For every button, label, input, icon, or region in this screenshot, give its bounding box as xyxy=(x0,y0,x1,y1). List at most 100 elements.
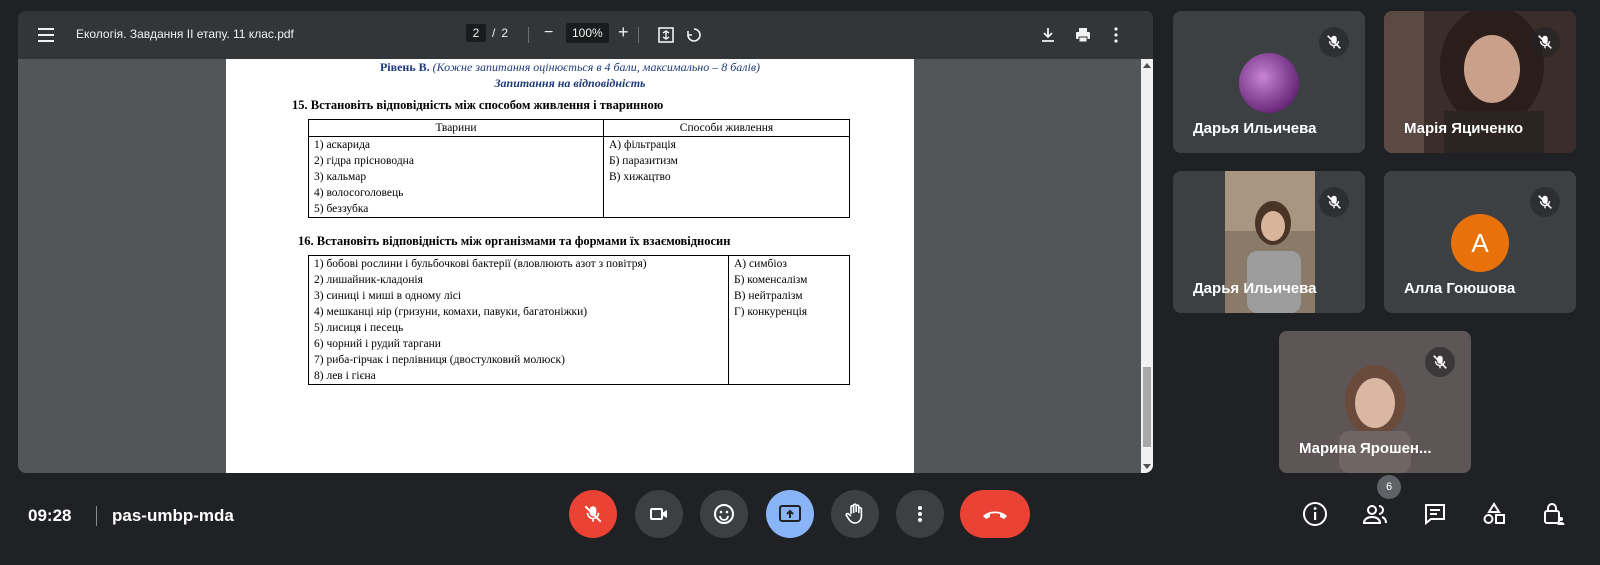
question-15-table: Тварини Способи живлення 1) аскарида 2) … xyxy=(308,119,850,218)
bottom-bar: 09:28 pas-umbp-mda 6 xyxy=(0,475,1600,565)
download-icon[interactable] xyxy=(1038,25,1058,45)
videocam-icon xyxy=(650,508,667,520)
more-vert-icon xyxy=(918,506,922,522)
q16-organisms-cell: 1) бобові рослини і бульбочкові бактерії… xyxy=(308,255,729,385)
mic-off-icon xyxy=(1425,347,1455,377)
chat-button[interactable] xyxy=(1421,500,1449,528)
people-icon xyxy=(1362,505,1387,524)
zoom-out-icon[interactable]: − xyxy=(544,24,553,42)
call-end-icon xyxy=(983,511,1007,519)
table-header: Способи живлення xyxy=(603,119,850,137)
section-title: Запитання на відповідність xyxy=(494,76,646,90)
participant-tile[interactable]: Марина Ярошен... xyxy=(1279,331,1471,473)
list-item: А) симбіоз xyxy=(734,258,787,270)
q15-animals-cell: 1) аскарида 2) гідра прісноводна 3) каль… xyxy=(308,136,604,218)
list-item: 5) беззубка xyxy=(314,203,369,215)
people-button[interactable] xyxy=(1361,500,1389,528)
avatar xyxy=(1239,53,1299,113)
level-heading: Рівень В. (Кожне запитання оцінюється в … xyxy=(226,59,914,75)
avatar: A xyxy=(1451,214,1509,272)
participant-tile[interactable]: A Алла Гоюшова xyxy=(1384,171,1576,313)
list-item: А) фільтрація xyxy=(609,139,676,151)
participant-name: Марина Ярошен... xyxy=(1299,440,1432,457)
table-header: Тварини xyxy=(308,119,604,137)
mic-toggle-button[interactable] xyxy=(569,490,617,538)
page-indicator: 2 / 2 xyxy=(466,24,508,42)
chat-icon xyxy=(1425,504,1445,526)
pdf-scrollbar[interactable] xyxy=(1141,59,1153,473)
more-options-button[interactable] xyxy=(896,490,944,538)
participant-name: Дарья Ильичева xyxy=(1193,120,1317,137)
lock-person-icon xyxy=(1544,503,1565,525)
participant-tile[interactable]: Дарья Ильичева xyxy=(1173,171,1365,313)
toolbar-divider xyxy=(528,27,529,43)
meeting-clock: 09:28 xyxy=(28,506,72,525)
shapes-icon xyxy=(1483,502,1505,524)
mic-off-icon xyxy=(1319,27,1349,57)
toolbar-divider xyxy=(638,27,639,43)
list-item: 8) лев і гієна xyxy=(314,370,376,382)
list-item: В) нейтралізм xyxy=(734,290,803,302)
participant-name: Алла Гоюшова xyxy=(1404,280,1516,297)
meeting-code: pas-umbp-mda xyxy=(112,506,234,525)
mic-off-icon xyxy=(584,505,602,523)
list-item: В) хижацтво xyxy=(609,171,671,183)
participant-tile[interactable]: Марія Яциченко xyxy=(1384,11,1576,153)
level-note: (Кожне запитання оцінюється в 4 бали, ма… xyxy=(432,60,761,74)
q16-relations-cell: А) симбіоз Б) коменсалізм В) нейтралізм … xyxy=(728,255,850,385)
scroll-down-icon[interactable] xyxy=(1143,464,1151,469)
zoom-input[interactable]: 100% xyxy=(566,23,609,43)
pdf-toolbar: Екологія. Завдання ІІ етапу. 11 клас.pdf… xyxy=(18,11,1153,59)
pdf-viewer: Екологія. Завдання ІІ етапу. 11 клас.pdf… xyxy=(18,11,1153,473)
list-item: 4) волосоголовець xyxy=(314,187,404,199)
list-item: 1) бобові рослини і бульбочкові бактерії… xyxy=(314,258,647,270)
list-item: 6) чорний і рудий таргани xyxy=(314,338,441,350)
zoom-in-icon[interactable]: + xyxy=(618,22,629,43)
meeting-details-button[interactable] xyxy=(1301,500,1329,528)
q15-feeding-cell: А) фільтрація Б) паразитизм В) хижацтво xyxy=(603,136,850,218)
people-count-badge: 6 xyxy=(1377,475,1401,499)
scroll-up-icon[interactable] xyxy=(1143,63,1151,68)
mic-off-icon xyxy=(1530,27,1560,57)
pdf-page: Рівень В. (Кожне запитання оцінюється в … xyxy=(226,59,914,473)
camera-toggle-button[interactable] xyxy=(635,490,683,538)
list-item: 4) мешканці нір (гризуни, комахи, павуки… xyxy=(314,306,588,318)
reactions-button[interactable] xyxy=(700,490,748,538)
activities-button[interactable] xyxy=(1480,500,1508,528)
level-title: Рівень В. xyxy=(379,60,430,74)
question-15-title: 15. Встановіть відповідність між способо… xyxy=(292,98,664,112)
fit-page-icon[interactable] xyxy=(656,25,676,45)
emoji-icon xyxy=(714,504,734,524)
raise-hand-button[interactable] xyxy=(831,490,879,538)
present-to-all-icon xyxy=(779,505,801,522)
info-icon xyxy=(1303,502,1327,526)
scrollbar-thumb[interactable] xyxy=(1143,367,1151,447)
list-item: 2) лишайник-кладонія xyxy=(314,274,423,286)
more-vert-icon[interactable] xyxy=(1106,25,1126,45)
hand-icon xyxy=(845,503,863,524)
page-total: 2 xyxy=(501,26,509,40)
list-item: 3) кальмар xyxy=(314,171,367,183)
participant-tile[interactable]: Дарья Ильичева xyxy=(1173,11,1365,153)
host-controls-button[interactable] xyxy=(1540,500,1568,528)
list-item: 2) гідра прісноводна xyxy=(314,155,414,167)
page-input[interactable]: 2 xyxy=(466,24,486,42)
question-16-title: 16. Встановіть відповідність між організ… xyxy=(298,234,731,248)
list-item: 5) лисиця і песець xyxy=(314,322,404,334)
question-16-table: 1) бобові рослини і бульбочкові бактерії… xyxy=(308,255,850,385)
participant-name: Дарья Ильичева xyxy=(1193,280,1317,297)
list-item: Б) коменсалізм xyxy=(734,274,808,286)
present-button[interactable] xyxy=(766,490,814,538)
divider xyxy=(96,506,97,526)
list-item: Б) паразитизм xyxy=(609,155,678,167)
mic-off-icon xyxy=(1319,187,1349,217)
menu-icon[interactable] xyxy=(36,25,56,45)
leave-call-button[interactable] xyxy=(960,490,1030,538)
list-item: 3) синиці і миші в одному лісі xyxy=(314,290,462,302)
page-separator: / xyxy=(492,26,496,40)
rotate-icon[interactable] xyxy=(684,25,704,45)
print-icon[interactable] xyxy=(1073,25,1093,45)
mic-off-icon xyxy=(1530,187,1560,217)
list-item: 1) аскарида xyxy=(314,139,371,151)
participant-name: Марія Яциченко xyxy=(1404,120,1524,137)
